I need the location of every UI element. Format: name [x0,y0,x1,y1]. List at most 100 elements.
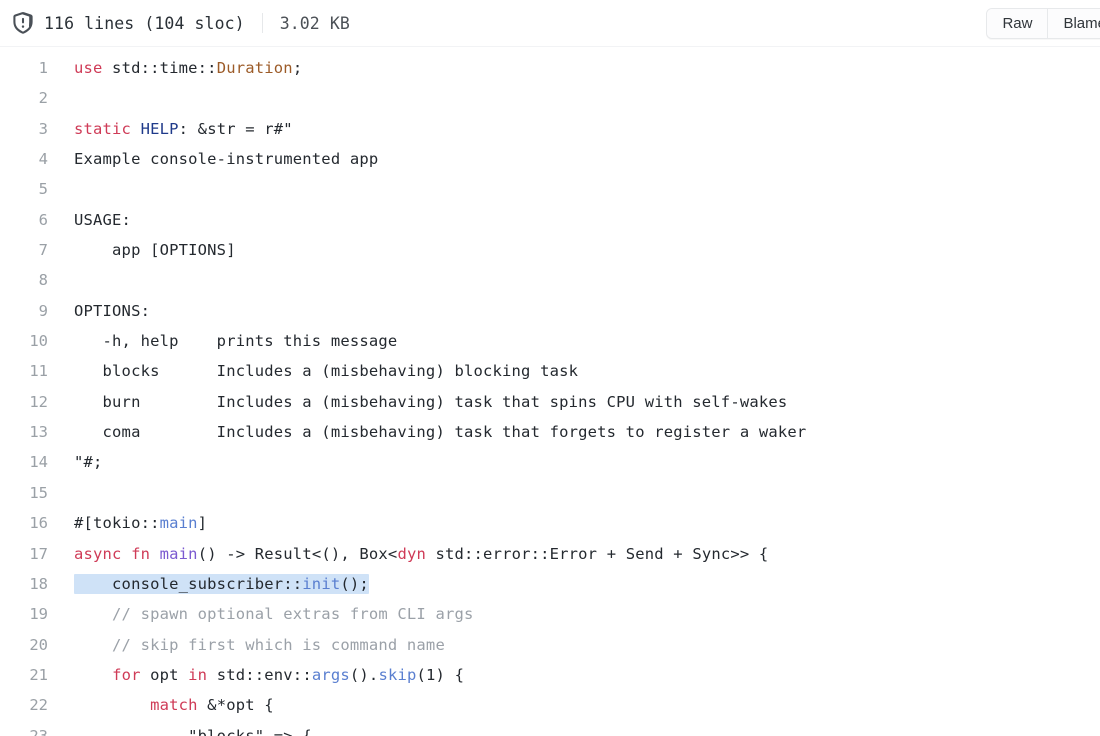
code-token: for [112,665,141,684]
code-line-row: 19 // spawn optional extras from CLI arg… [0,599,1100,629]
code-token: in [188,665,208,684]
line-number[interactable]: 10 [0,326,66,356]
code-token: &*opt { [197,696,274,715]
code-token: args [311,665,350,684]
code-line-content[interactable]: async fn main() -> Result<(), Box<dyn st… [66,539,1100,569]
line-number[interactable]: 6 [0,205,66,235]
code-token: Example console-instrumented app [74,150,379,169]
line-number[interactable]: 20 [0,630,66,660]
code-token: "blocks" => { [74,726,312,736]
code-line-row: 21 for opt in std::env::args().skip(1) { [0,660,1100,690]
line-number[interactable]: 22 [0,690,66,720]
code-line-row: 6 USAGE: [0,205,1100,235]
raw-button[interactable]: Raw [987,9,1048,38]
line-number[interactable]: 2 [0,83,66,113]
code-token: USAGE: [74,210,132,229]
line-number[interactable]: 13 [0,417,66,447]
code-line-row: 13 coma Includes a (misbehaving) task th… [0,417,1100,447]
line-number[interactable]: 11 [0,356,66,386]
code-token: coma Includes a (misbehaving) task that … [74,423,807,442]
code-line-content[interactable]: for opt in std::env::args().skip(1) { [66,660,1100,690]
code-token: (); [340,574,369,593]
code-line-row: 4 Example console-instrumented app [0,144,1100,174]
line-number[interactable]: 19 [0,599,66,629]
code-viewport[interactable]: 1 use std::time::Duration; 2 3 static HELP:… [0,47,1100,736]
code-token: std::env:: [207,665,312,684]
code-line-content[interactable]: "blocks" => { [66,721,1100,736]
line-number[interactable]: 14 [0,447,66,477]
code-line-content[interactable]: blocks Includes a (misbehaving) blocking… [66,356,1100,386]
line-number[interactable]: 1 [0,53,66,83]
code-line-content[interactable]: console_subscriber::init(); [66,569,1100,599]
code-token: std::error::Error + Send + Sync>> { [425,544,769,563]
line-number[interactable]: 23 [0,721,66,736]
code-token: static [74,119,132,138]
code-line-content[interactable]: USAGE: [66,205,1100,235]
line-number[interactable]: 15 [0,478,66,508]
code-line-content[interactable]: "#; [66,447,1100,477]
code-token: (1) { [416,665,465,684]
line-number[interactable]: 18 [0,569,66,599]
line-number[interactable]: 5 [0,174,66,204]
code-line-content[interactable]: #[tokio::main] [66,508,1100,538]
line-number[interactable]: 17 [0,539,66,569]
code-line-row: 17 async fn main() -> Result<(), Box<dyn … [0,539,1100,569]
code-token: () -> Result<(), Box< [197,544,398,563]
code-token: ; [292,59,303,77]
line-number[interactable]: 8 [0,265,66,295]
code-token: // skip first which is command name [74,635,445,654]
code-token: OPTIONS: [74,301,151,320]
code-line-content[interactable] [66,265,1100,295]
code-line-row: 20 // skip first which is command name [0,630,1100,660]
meta-divider [261,13,263,33]
line-number[interactable]: 16 [0,508,66,538]
code-token: std::time:: [102,59,217,77]
view-mode-button-group: Raw Blame [986,8,1100,39]
code-line-content[interactable]: burn Includes a (misbehaving) task that … [66,387,1100,417]
line-number[interactable]: 7 [0,235,66,265]
line-number[interactable]: 12 [0,387,66,417]
line-number[interactable]: 21 [0,660,66,690]
code-token: Duration [216,59,293,77]
code-token: "#; [74,453,103,472]
code-token: main [159,544,198,563]
line-number[interactable]: 3 [0,114,66,144]
code-token: async fn [74,544,151,563]
file-actions: Raw Blame [986,8,1100,39]
code-line-row: 23 "blocks" => { [0,721,1100,736]
code-line-content[interactable]: use std::time::Duration; [66,53,1100,83]
code-token: use [74,59,103,77]
code-line-content[interactable] [66,83,1100,113]
file-header-bar: 116 lines (104 sloc) 3.02 KB Raw Blame [0,0,1100,47]
code-token: opt [140,665,189,684]
code-table: 1 use std::time::Duration; 2 3 static HELP:… [0,53,1100,736]
code-line-content[interactable]: // spawn optional extras from CLI args [66,599,1100,629]
line-number[interactable]: 9 [0,296,66,326]
file-meta-group: 116 lines (104 sloc) 3.02 KB [12,12,350,34]
code-line-row: 3 static HELP: &str = r#" [0,114,1100,144]
code-line-content[interactable] [66,478,1100,508]
code-line-content[interactable]: Example console-instrumented app [66,144,1100,174]
code-token: blocks Includes a (misbehaving) blocking… [74,362,579,381]
code-line-content[interactable]: // skip first which is command name [66,630,1100,660]
code-line-row: 9 OPTIONS: [0,296,1100,326]
code-line-content[interactable]: match &*opt { [66,690,1100,720]
code-line-content[interactable]: app [OPTIONS] [66,235,1100,265]
line-number[interactable]: 4 [0,144,66,174]
code-token: // spawn optional extras from CLI args [74,605,474,624]
code-line-content[interactable]: -h, help prints this message [66,326,1100,356]
blame-button[interactable]: Blame [1047,9,1100,38]
code-token: ] [197,514,208,533]
code-token: (). [349,665,379,684]
code-line-content[interactable]: coma Includes a (misbehaving) task that … [66,417,1100,447]
code-line-content[interactable]: static HELP: &str = r#" [66,114,1100,144]
code-token: app [OPTIONS] [74,241,236,260]
code-line-content[interactable]: OPTIONS: [66,296,1100,326]
code-line-content[interactable] [66,174,1100,204]
code-token: init [302,574,341,593]
shield-lock-icon [12,12,34,34]
